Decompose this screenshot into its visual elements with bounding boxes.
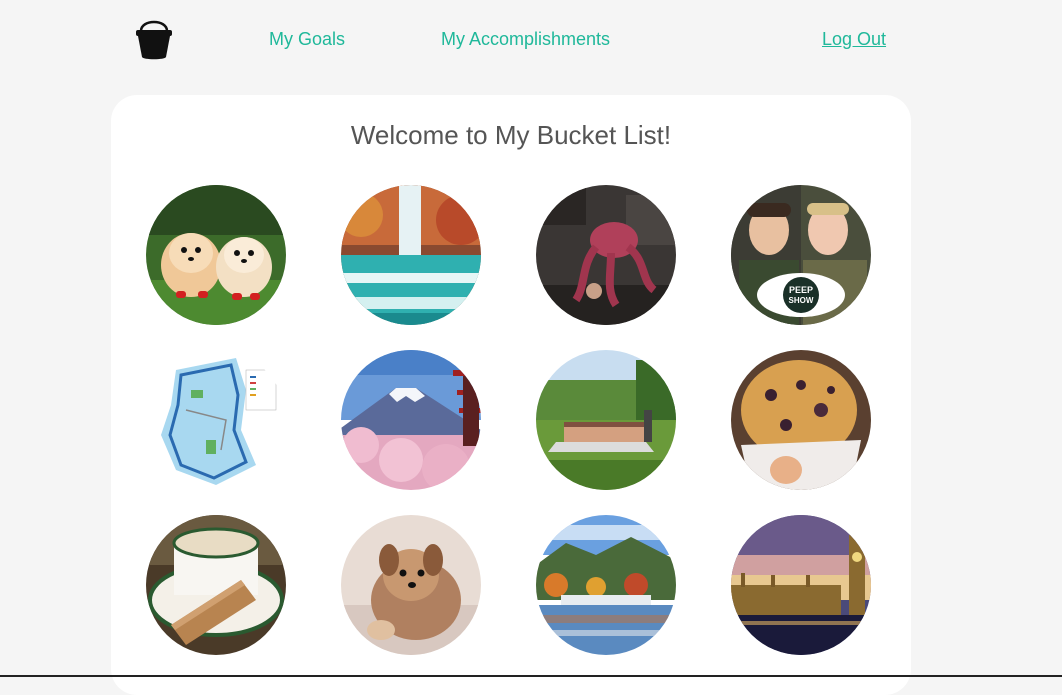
goal-peep-show[interactable]: PEEP SHOW <box>731 185 871 325</box>
svg-text:PEEP: PEEP <box>789 285 813 295</box>
top-nav: My Goals My Accomplishments Log Out <box>0 0 1062 80</box>
log-out-link[interactable]: Log Out <box>822 28 886 50</box>
goal-big-ben[interactable] <box>731 515 871 655</box>
goal-autumn-lake[interactable] <box>536 515 676 655</box>
svg-text:SHOW: SHOW <box>789 296 814 305</box>
goal-muffin[interactable] <box>731 350 871 490</box>
nav-my-goals-link[interactable]: My Goals <box>269 28 345 50</box>
goal-airboat[interactable] <box>536 350 676 490</box>
bucket-icon[interactable] <box>135 15 173 61</box>
nav-my-accomplishments-link[interactable]: My Accomplishments <box>441 28 610 50</box>
goal-pomeranian-dogs[interactable] <box>146 185 286 325</box>
goal-cappuccino[interactable] <box>146 515 286 655</box>
goal-trail-map[interactable] <box>146 350 286 490</box>
goal-yorkie-puppy[interactable] <box>341 515 481 655</box>
goal-mount-fuji[interactable] <box>341 350 481 490</box>
page-title: Welcome to My Bucket List! <box>350 120 672 150</box>
goal-octopus[interactable] <box>536 185 676 325</box>
goal-waterfall[interactable] <box>341 185 481 325</box>
